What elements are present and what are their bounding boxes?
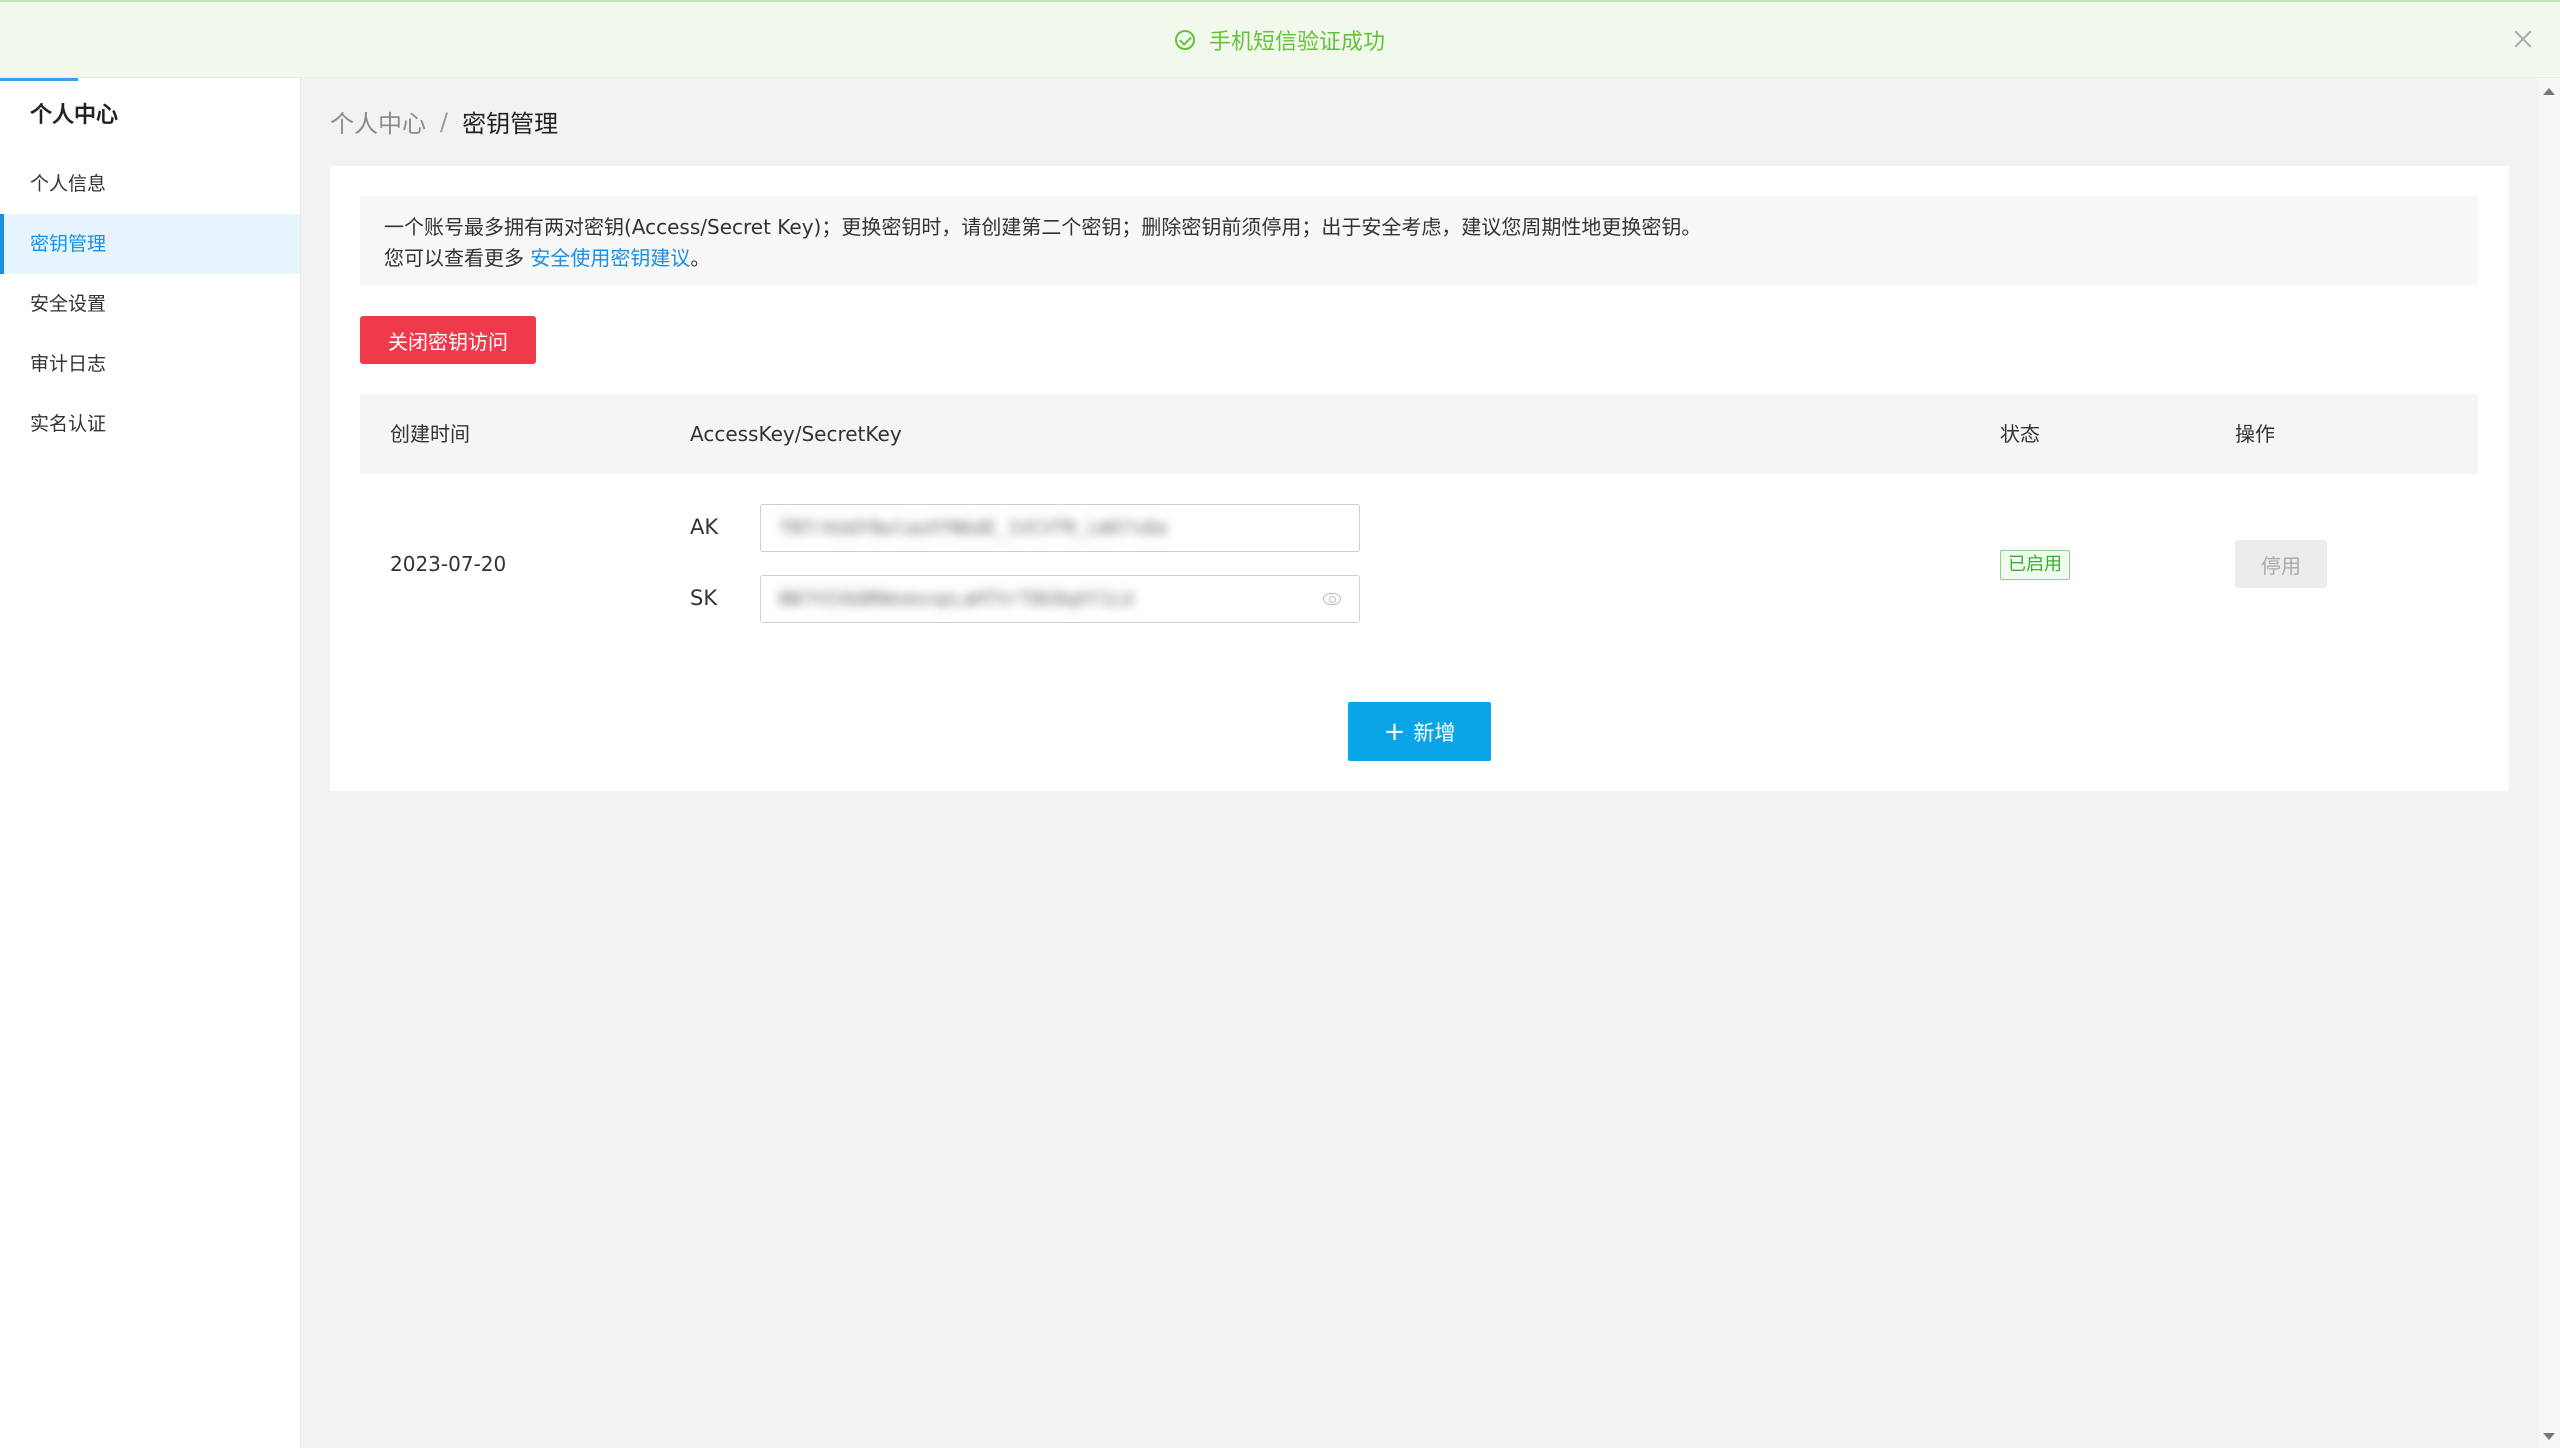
- created-date: 2023-07-20: [390, 552, 507, 576]
- table-header: 创建时间 AccessKey/SecretKey 状态 操作: [360, 394, 2478, 474]
- notice-suffix: 。: [690, 246, 711, 270]
- sidebar-title: 个人中心: [30, 103, 119, 128]
- sidebar-item-audit-log[interactable]: 审计日志: [0, 334, 300, 394]
- sidebar: 个人中心 个人信息 密钥管理 安全设置 审计日志 实名认证: [0, 78, 301, 1448]
- header-created: 创建时间: [390, 422, 470, 446]
- security-advice-link[interactable]: 安全使用密钥建议: [530, 246, 690, 270]
- close-icon[interactable]: [2508, 24, 2538, 54]
- breadcrumb-separator: /: [440, 107, 449, 136]
- eye-icon[interactable]: [1323, 593, 1341, 605]
- plus-icon: +: [1383, 716, 1406, 747]
- add-key-button[interactable]: + 新增: [1348, 702, 1491, 761]
- header-keys: AccessKey/SecretKey: [690, 422, 902, 446]
- scroll-up-arrow-icon[interactable]: [2543, 88, 2555, 95]
- notice-line-1: 一个账号最多拥有两对密钥(Access/Secret Key)；更换密钥时，请创…: [384, 215, 1702, 239]
- access-key-masked: TNTrkUdY0wlaoXYNbdE_1VCVTR_LWX7s6e: [779, 517, 1168, 539]
- notice-prefix: 您可以查看更多: [384, 246, 531, 270]
- info-notice: 一个账号最多拥有两对密钥(Access/Secret Key)；更换密钥时，请创…: [360, 196, 2478, 285]
- disable-button[interactable]: 停用: [2235, 540, 2327, 588]
- header-status: 状态: [2000, 422, 2040, 446]
- ak-label: AK: [690, 515, 719, 539]
- breadcrumb: 个人中心 / 密钥管理: [330, 104, 558, 139]
- sidebar-item-security[interactable]: 安全设置: [0, 274, 300, 334]
- toast-message: 手机短信验证成功: [1208, 29, 1385, 55]
- secret-key-field[interactable]: BB7VIXb0RWsmsnpLaHTVrT0G9qXY1LU: [760, 575, 1360, 623]
- check-circle-icon: [1174, 29, 1195, 50]
- sk-label: SK: [690, 586, 718, 610]
- close-key-access-button[interactable]: 关闭密钥访问: [360, 316, 536, 364]
- scroll-down-arrow-icon[interactable]: [2543, 1433, 2555, 1440]
- scrollbar[interactable]: [2538, 78, 2560, 1448]
- page-title: 密钥管理: [462, 110, 559, 138]
- sidebar-item-verification[interactable]: 实名认证: [0, 394, 300, 454]
- notice-line-2: 您可以查看更多 安全使用密钥建议。: [384, 243, 2454, 274]
- success-toast: 手机短信验证成功: [0, 0, 2560, 78]
- add-key-label: 新增: [1413, 720, 1456, 745]
- sidebar-top-accent: [0, 78, 78, 81]
- sidebar-item-profile[interactable]: 个人信息: [0, 154, 300, 214]
- header-actions: 操作: [2235, 422, 2275, 446]
- access-key-field[interactable]: TNTrkUdY0wlaoXYNbdE_1VCVTR_LWX7s6e: [760, 504, 1360, 552]
- secret-key-masked: BB7VIXb0RWsmsnpLaHTVrT0G9qXY1LU: [779, 588, 1134, 610]
- key-management-card: 一个账号最多拥有两对密钥(Access/Secret Key)；更换密钥时，请创…: [330, 166, 2509, 791]
- toast-message-wrap: 手机短信验证成功: [1174, 24, 1385, 56]
- sidebar-item-key-management[interactable]: 密钥管理: [0, 214, 300, 274]
- breadcrumb-parent[interactable]: 个人中心: [330, 104, 426, 139]
- status-badge: 已启用: [2000, 550, 2070, 580]
